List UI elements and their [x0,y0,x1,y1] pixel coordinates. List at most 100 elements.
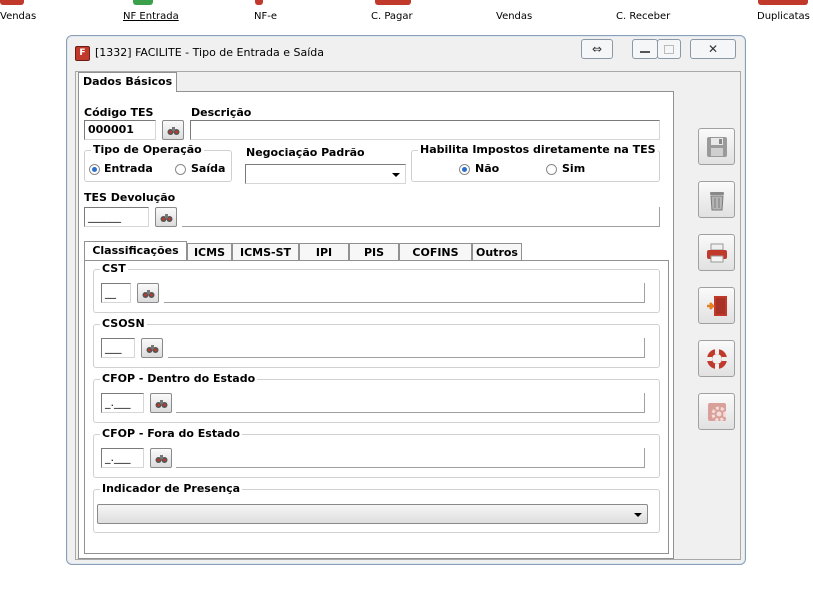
tes-devolucao-description [182,207,660,227]
binoculars-icon [155,455,168,463]
binoculars-icon [142,290,155,298]
tab-pis[interactable]: PIS [349,243,399,260]
csosn-input[interactable]: ___ [101,338,135,358]
descricao-input[interactable] [190,120,660,140]
radio-sim-label[interactable]: Sim [562,162,585,175]
cfop-dentro-label: CFOP - Dentro do Estado [100,372,258,385]
duplicatas-icon[interactable] [758,0,808,5]
tab-outros[interactable]: Outros [472,243,522,260]
classificacoes-panel: CST __ CSOSN ___ CFOP - Dentro do Estado… [84,260,669,554]
codigo-label: Código TES [84,106,154,119]
toolbar-vendas-1[interactable]: Vendas [0,11,36,22]
indicador-presenca-label: Indicador de Presença [100,482,243,495]
toolbar-duplicatas[interactable]: Duplicatas [757,11,810,22]
cst-description [164,283,645,303]
radio-saida[interactable] [175,164,186,175]
vendas-icon[interactable] [0,0,24,5]
resize-arrows-icon[interactable]: ⇔ [581,39,613,59]
nf-entrada-icon[interactable] [133,0,153,5]
tipo-operacao-label: Tipo de Operação [91,143,204,156]
window-title: [1332] FACILITE - Tipo de Entrada e Saíd… [95,46,325,59]
cfop-dentro-search-button[interactable] [150,393,172,413]
radio-nao[interactable] [459,164,470,175]
indicador-presenca-group: Indicador de Presença [93,482,660,533]
window-titlebar[interactable]: F [1332] FACILITE - Tipo de Entrada e Sa… [67,36,745,70]
indicador-presenca-select[interactable] [97,504,648,524]
exit-door-icon [707,296,727,316]
close-button[interactable]: ✕ [690,39,736,59]
chevron-down-icon [634,513,642,517]
app-toolbar: Vendas NF Entrada NF-e C. Pagar Vendas C… [0,0,813,30]
csosn-description [168,338,645,358]
cfop-dentro-description [176,393,645,413]
toolbar-vendas-2[interactable]: Vendas [496,11,532,22]
tes-devolucao-label: TES Devolução [84,191,176,204]
tab-icms[interactable]: ICMS [187,243,232,260]
negociacao-label: Negociação Padrão [246,146,365,159]
tes-devolucao-search-button[interactable] [155,207,177,227]
minimize-button[interactable] [632,39,658,59]
save-button[interactable] [698,128,735,165]
chevron-down-icon [392,173,400,177]
cfop-dentro-group: CFOP - Dentro do Estado _.___ [93,372,660,423]
csosn-label: CSOSN [100,317,147,330]
binoculars-icon [155,400,168,408]
exit-button[interactable] [698,287,735,324]
print-button[interactable] [698,234,735,271]
codigo-input[interactable]: 000001 [84,120,156,140]
tes-devolucao-input[interactable]: ______ [84,207,149,227]
app-icon: F [75,46,90,61]
radio-saida-label[interactable]: Saída [191,162,225,175]
window-client-area: Dados Básicos Código TES Descrição 00000… [75,71,741,560]
binoculars-icon [146,345,159,353]
habilita-impostos-group: Habilita Impostos diretamente na TES Não… [411,143,660,182]
tab-dados-basicos[interactable]: Dados Básicos [78,72,178,92]
cfop-dentro-input[interactable]: _.___ [101,393,144,413]
minimize-icon [640,51,650,53]
cfop-fora-input[interactable]: _.___ [101,448,144,468]
maximize-button[interactable] [657,39,681,59]
trash-icon [710,192,724,211]
dados-basicos-panel: Código TES Descrição 000001 Tipo de Oper… [78,91,674,559]
toolbar-c-pagar[interactable]: C. Pagar [371,11,413,22]
close-icon: ✕ [707,42,719,56]
descricao-label: Descrição [191,106,252,119]
habilita-impostos-label: Habilita Impostos diretamente na TES [418,143,658,156]
save-icon [707,137,727,157]
csosn-search-button[interactable] [141,338,163,358]
printer-icon [707,243,727,263]
radio-sim[interactable] [546,164,557,175]
radio-entrada[interactable] [89,164,100,175]
cfop-fora-group: CFOP - Fora do Estado _.___ [93,427,660,478]
c-pagar-icon[interactable] [375,0,411,5]
csosn-group: CSOSN ___ [93,317,660,368]
cst-label: CST [100,262,128,275]
toolbar-nfe[interactable]: NF-e [254,11,277,22]
toolbar-c-receber[interactable]: C. Receber [616,11,670,22]
cfop-fora-search-button[interactable] [150,448,172,468]
cst-search-button[interactable] [137,283,159,303]
negociacao-select[interactable] [245,164,406,184]
cfop-fora-label: CFOP - Fora do Estado [100,427,242,440]
lifebuoy-help-icon [707,349,727,369]
nfe-icon[interactable] [255,0,263,5]
cst-input[interactable]: __ [101,283,131,303]
help-button[interactable] [698,340,735,377]
cst-group: CST __ [93,262,660,313]
radio-nao-label[interactable]: Não [475,162,499,175]
codigo-search-button[interactable] [162,120,184,140]
settings-button[interactable] [698,393,735,430]
tab-icms-st[interactable]: ICMS-ST [232,243,299,260]
radio-entrada-label[interactable]: Entrada [104,162,153,175]
delete-button[interactable] [698,181,735,218]
tes-window: F [1332] FACILITE - Tipo de Entrada e Sa… [66,35,746,565]
settings-gear-icon [708,403,727,422]
binoculars-icon [167,127,180,135]
maximize-icon [664,45,674,54]
cfop-fora-description [176,448,645,468]
tab-cofins[interactable]: COFINS [399,243,472,260]
tab-ipi[interactable]: IPI [299,243,349,260]
toolbar-nf-entrada[interactable]: NF Entrada [123,11,179,22]
tipo-operacao-group: Tipo de Operação Entrada Saída [84,143,232,182]
tab-classificacoes[interactable]: Classificações [84,241,187,260]
